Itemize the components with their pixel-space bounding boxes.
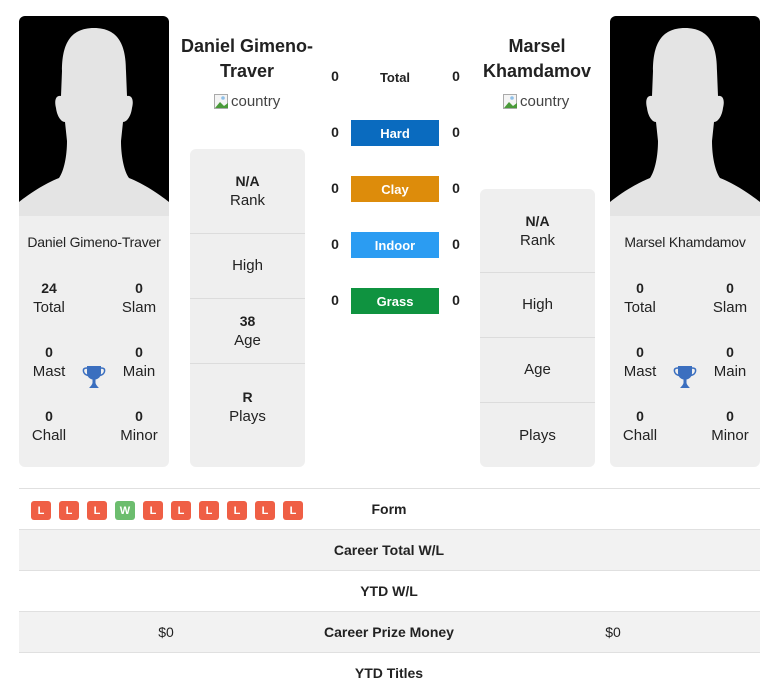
- stat-age: 38 Age: [190, 299, 305, 364]
- player1-flag: country: [214, 93, 280, 110]
- prize-money-row: $0 Career Prize Money $0: [19, 612, 760, 653]
- stat-high: High: [190, 234, 305, 299]
- h2h-hard-row: 0 Hard 0: [320, 120, 470, 146]
- player1-photo: [19, 16, 169, 216]
- player1-card: Daniel Gimeno-Traver 24 Total 0 Slam 0 Mast…: [19, 16, 169, 467]
- surface-indoor-badge[interactable]: Indoor: [351, 232, 439, 258]
- broken-image-icon: [214, 93, 230, 110]
- career-wl-row: Career Total W/L: [19, 530, 760, 571]
- titles-main: 0 Main: [713, 344, 747, 380]
- titles-mast: 0 Mast: [623, 344, 657, 380]
- player2-photo: [610, 16, 760, 216]
- trophy-icon: [82, 366, 106, 388]
- comparison-table: LLLWLLLLLL Form Career Total W/L YTD W/L…: [19, 488, 760, 694]
- form-loss-badge[interactable]: L: [199, 501, 219, 520]
- surface-hard-badge[interactable]: Hard: [351, 120, 439, 146]
- h2h-indoor-row: 0 Indoor 0: [320, 232, 470, 258]
- player2-stats: N/A Rank High Age Plays: [480, 189, 595, 467]
- form-loss-badge[interactable]: L: [59, 501, 79, 520]
- titles-total: 24 Total: [33, 280, 65, 316]
- player2-flag: country: [503, 93, 569, 110]
- titles-minor: 0 Minor: [711, 408, 749, 444]
- titles-slam: 0 Slam: [712, 280, 748, 316]
- form-loss-badge[interactable]: L: [87, 501, 107, 520]
- surface-grass-badge[interactable]: Grass: [351, 288, 439, 314]
- form-win-badge[interactable]: W: [115, 501, 135, 520]
- titles-total: 0 Total: [624, 280, 656, 316]
- form-loss-badge[interactable]: L: [227, 501, 247, 520]
- stat-plays: Plays: [519, 426, 556, 444]
- player2-card: Marsel Khamdamov 0 Total 0 Slam 0 Mast 0 Mai…: [610, 16, 760, 467]
- titles-slam: 0 Slam: [121, 280, 157, 316]
- form-loss-badge[interactable]: L: [31, 501, 51, 520]
- surface-clay-badge[interactable]: Clay: [351, 176, 439, 202]
- h2h-clay-row: 0 Clay 0: [320, 176, 470, 202]
- ytd-wl-row: YTD W/L: [19, 571, 760, 612]
- form-badges: LLLWLLLLLL: [31, 501, 303, 520]
- player2-titles: 0 Total 0 Slam 0 Mast 0 Main 0 Chall 0 Minor: [610, 278, 760, 467]
- stat-high: High: [480, 273, 595, 338]
- player1-card-name[interactable]: Daniel Gimeno-Traver: [19, 234, 169, 254]
- stat-rank: N/A Rank: [480, 189, 595, 273]
- player2-name[interactable]: Marsel Khamdamov: [462, 34, 612, 84]
- stat-age: Age: [480, 338, 595, 403]
- stat-rank: N/A Rank: [190, 149, 305, 234]
- h2h-grass-row: 0 Grass 0: [320, 288, 470, 314]
- titles-main: 0 Main: [122, 344, 156, 380]
- player2-card-name[interactable]: Marsel Khamdamov: [610, 234, 760, 254]
- titles-chall: 0 Chall: [622, 408, 658, 444]
- silhouette-icon: [610, 28, 760, 216]
- titles-mast: 0 Mast: [32, 344, 66, 380]
- player1-name[interactable]: Daniel Gimeno- Traver: [172, 34, 322, 84]
- broken-image-icon: [503, 93, 519, 110]
- stat-plays: R Plays: [229, 388, 266, 425]
- form-loss-badge[interactable]: L: [143, 501, 163, 520]
- h2h-total-row: 0 Total 0: [331, 68, 460, 85]
- silhouette-icon: [19, 28, 169, 216]
- player1-stats: N/A Rank High 38 Age R Plays: [190, 149, 305, 467]
- form-loss-badge[interactable]: L: [255, 501, 275, 520]
- ytd-titles-row: YTD Titles: [354, 665, 424, 681]
- titles-minor: 0 Minor: [120, 408, 158, 444]
- form-loss-badge[interactable]: L: [171, 501, 191, 520]
- player1-titles: 24 Total 0 Slam 0 Mast 0 Main 0 Chall 0 Minor: [19, 278, 169, 467]
- trophy-icon: [673, 366, 697, 388]
- form-row: LLLWLLLLLL Form: [19, 489, 760, 530]
- titles-chall: 0 Chall: [31, 408, 67, 444]
